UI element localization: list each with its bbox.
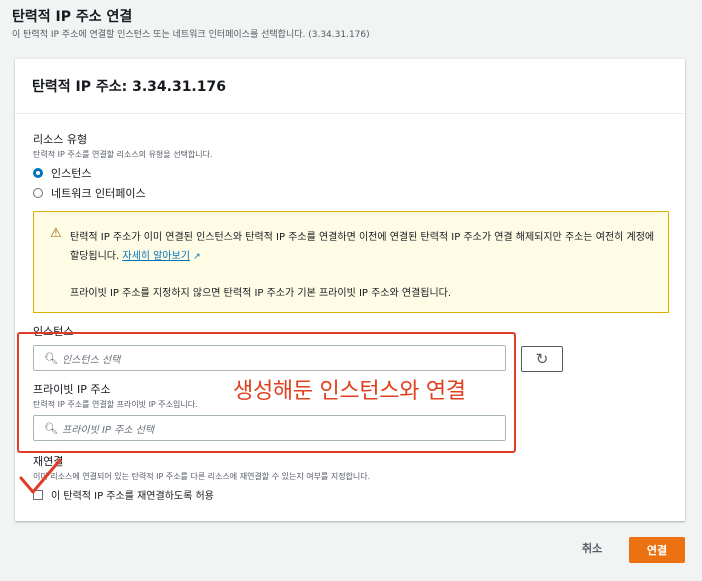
external-link-icon: ↗: [193, 252, 201, 262]
radio-button[interactable]: [33, 188, 43, 198]
radio-instance-label: 인스턴스: [51, 167, 92, 180]
resource-type-label: 리소스 유형: [33, 133, 88, 146]
panel-header: 탄력적 IP 주소: 3.34.31.176: [15, 59, 685, 114]
alert-text: 탄력적 IP 주소가 이미 연결된 인스턴스와 탄력적 IP 주소를 연결하면 …: [70, 228, 660, 267]
resource-type-hint: 탄력적 IP 주소를 연결할 리소스의 유형을 선택합니다.: [33, 150, 213, 159]
learn-more-link[interactable]: 자세히 알아보기: [122, 251, 190, 262]
annotation-checkmark-icon: [19, 458, 62, 494]
reassociation-checkbox-label: 이 탄력적 IP 주소를 재연결하도록 허용: [51, 491, 214, 502]
radio-button-selected[interactable]: [33, 168, 43, 178]
refresh-icon: ↻: [535, 350, 549, 368]
page-title: 탄력적 IP 주소 연결: [12, 9, 133, 25]
associate-button[interactable]: 연결: [629, 537, 685, 563]
warning-icon: ⚠: [50, 226, 62, 241]
reassociation-hint: 이미 리소스에 연결되어 있는 탄력적 IP 주소를 다른 리소스에 재연결할 …: [33, 472, 371, 481]
page-description: 이 탄력적 IP 주소에 연결할 인스턴스 또는 네트워크 인터페이스를 선택합…: [12, 30, 370, 40]
radio-instance[interactable]: 인스턴스: [33, 165, 91, 181]
panel-title: 탄력적 IP 주소: 3.34.31.176: [32, 79, 226, 95]
annotation-text: 생성해둔 인스턴스와 연결: [233, 379, 466, 404]
alert-note: 프라이빗 IP 주소를 지정하지 않으면 탄력적 IP 주소가 기본 프라이빗 …: [70, 288, 452, 299]
refresh-button[interactable]: ↻: [521, 346, 563, 372]
radio-network-interface-label: 네트워크 인터페이스: [51, 187, 146, 200]
radio-network-interface[interactable]: 네트워크 인터페이스: [33, 185, 146, 201]
warning-alert: ⚠ 탄력적 IP 주소가 이미 연결된 인스턴스와 탄력적 IP 주소를 연결하…: [33, 211, 669, 313]
cancel-button[interactable]: 취소: [582, 540, 602, 556]
